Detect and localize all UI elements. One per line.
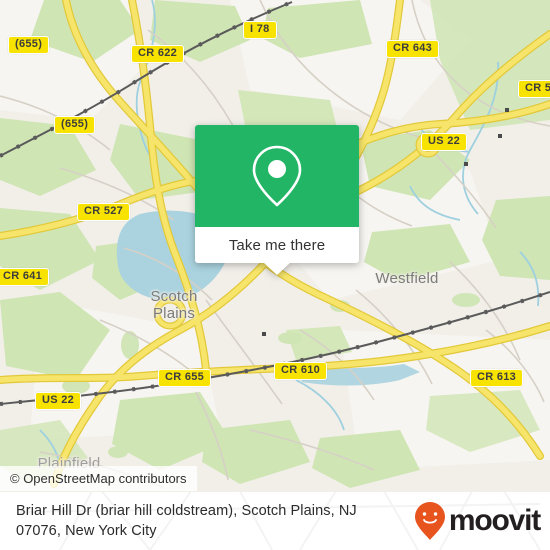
callout-action[interactable]: Take me there — [195, 227, 359, 263]
callout-pointer — [263, 262, 291, 275]
map-canvas[interactable]: Scotch Plains Westfield Plainfield (655)… — [0, 0, 550, 492]
moovit-logo[interactable]: moovit — [414, 502, 541, 540]
road-shield-cr-610: CR 610 — [274, 362, 328, 380]
road-shield-cr-655: CR 655 — [158, 369, 212, 387]
road-shield-cr-527: CR 527 — [77, 203, 131, 221]
road-shield-655-b: (655) — [54, 116, 96, 134]
footer-bar: Briar Hill Dr (briar hill coldstream), S… — [0, 492, 550, 550]
map-page: Scotch Plains Westfield Plainfield (655)… — [0, 0, 550, 550]
callout-action-label: Take me there — [228, 236, 326, 254]
road-shield-cr-613: CR 613 — [470, 369, 524, 387]
road-shield-655-a: (655) — [8, 36, 50, 54]
moovit-wordmark: moovit — [448, 504, 541, 537]
destination-callout[interactable]: Take me there — [195, 125, 359, 275]
map-pin-icon — [252, 145, 302, 207]
road-shield-cr-641: CR 641 — [0, 268, 50, 286]
moovit-pin-icon — [414, 502, 445, 540]
destination-address: Briar Hill Dr (briar hill coldstream), S… — [16, 501, 406, 541]
address-line-2: 07076, New York City — [16, 523, 157, 539]
address-line-1: Briar Hill Dr (briar hill coldstream), S… — [16, 503, 357, 519]
road-shield-us-22-a: US 22 — [421, 133, 468, 151]
road-shield-us-22-b: US 22 — [35, 392, 82, 410]
road-shield-cr-643: CR 643 — [386, 40, 440, 58]
road-shield-cr-57: CR 57 — [518, 80, 550, 98]
road-shield-cr-622: CR 622 — [131, 45, 185, 63]
map-attribution[interactable]: © OpenStreetMap contributors — [0, 466, 197, 491]
callout-body — [195, 125, 359, 227]
road-shield-i-78: I 78 — [243, 21, 277, 39]
